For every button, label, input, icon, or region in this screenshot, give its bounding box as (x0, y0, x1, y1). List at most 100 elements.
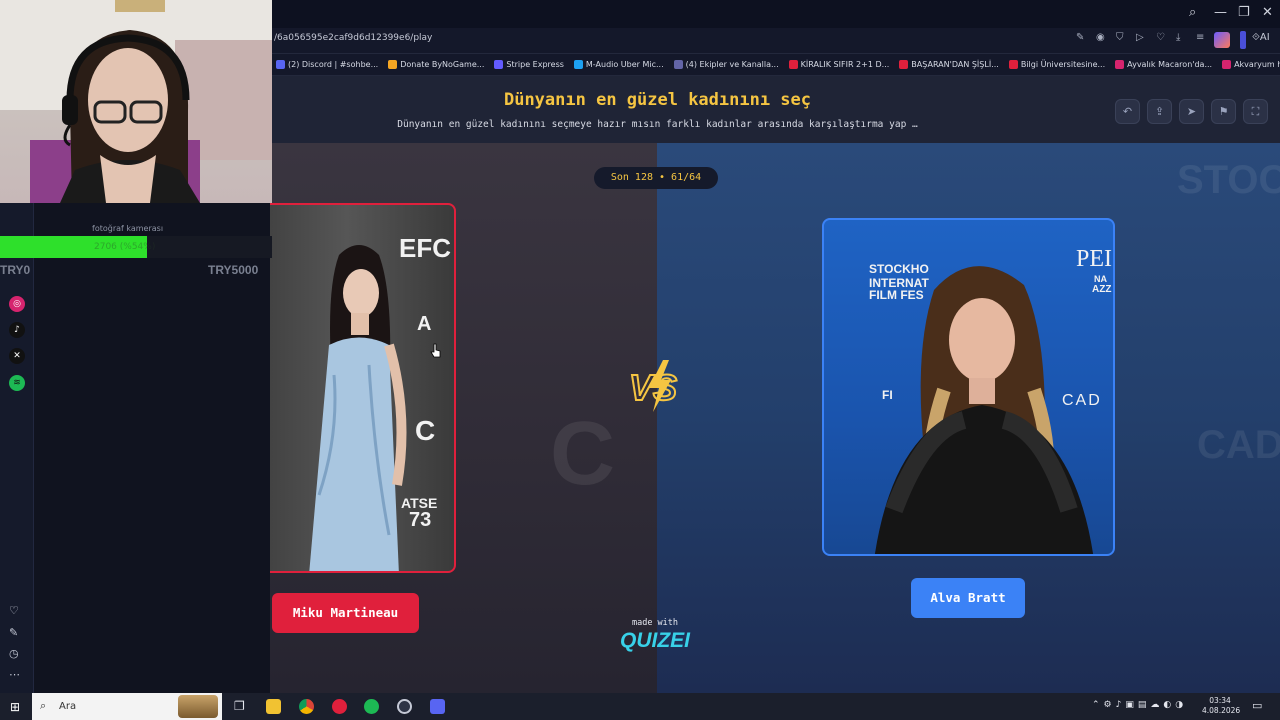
donation-progress-text: 2706 (%54%) (94, 242, 156, 252)
right-contestant-name-button[interactable]: Alva Bratt (911, 578, 1025, 618)
bookmark-item[interactable]: Stripe Express (494, 60, 564, 69)
left-contestant-name-button[interactable]: Miku Martineau (272, 593, 419, 633)
bookmark-favicon-icon (276, 60, 285, 69)
windows-taskbar: ⊞ ⌕ Ara ❐ ⌃⚙♪▣▤☁◐◑ 03:34 4.08.2026 ▭ (0, 693, 1280, 720)
clock-time: 03:34 (1209, 696, 1231, 705)
backdrop-blur-text: C (550, 404, 615, 504)
report-button[interactable]: ⚑ (1211, 99, 1236, 124)
bookmarks-bar: (2) Discord | #sohbe... Donate ByNoGame.… (270, 54, 1280, 76)
minimize-icon[interactable]: — (1214, 5, 1227, 20)
chrome-icon[interactable] (299, 699, 314, 714)
heart-icon[interactable]: ♡ (1156, 32, 1165, 43)
made-with-label: made with (631, 618, 679, 628)
bookmark-label: BAŞARAN'DAN ŞİŞLİ... (911, 60, 999, 69)
fullscreen-button[interactable]: ⛶ (1243, 99, 1268, 124)
shield-icon[interactable]: ⛉ (1116, 32, 1124, 43)
menu-icon[interactable]: ≡ (1196, 32, 1204, 43)
owl-decoration-icon (178, 695, 218, 718)
url-text[interactable]: /6a056595e2caf9d6d12399e6/play (274, 33, 432, 43)
left-contestant-card[interactable]: DA EFC A 49 C C ATSE 73 (270, 203, 456, 573)
undo-button[interactable]: ↶ (1115, 99, 1140, 124)
heart-icon[interactable]: ♡ (9, 604, 19, 617)
quizei-logo[interactable]: QUIZEI (608, 629, 702, 653)
taskbar-clock[interactable]: 03:34 4.08.2026 (1202, 696, 1241, 716)
bookmark-item[interactable]: Ayvalık Macaron'da... (1115, 60, 1212, 69)
spotify-icon[interactable]: ≋ (9, 375, 25, 391)
tiktok-icon[interactable]: ♪ (9, 322, 25, 338)
versus-emblem: VS (628, 360, 678, 412)
discord-icon[interactable] (430, 699, 445, 714)
notifications-icon[interactable]: ▭ (1252, 699, 1262, 712)
round-indicator: Son 128 • 61/64 (594, 167, 718, 189)
bookmark-label: Ayvalık Macaron'da... (1127, 60, 1213, 69)
bookmark-item[interactable]: M-Audio Uber Mic... (573, 60, 664, 69)
task-view-icon[interactable]: ❐ (234, 699, 245, 713)
instagram-icon[interactable]: ◎ (9, 296, 25, 312)
bookmark-label: M-Audio Uber Mic... (585, 60, 664, 69)
restore-icon[interactable]: ❐ (1238, 5, 1250, 20)
bookmark-label: Stripe Express (506, 60, 564, 69)
bookmark-item[interactable]: BAŞARAN'DAN ŞİŞLİ... (899, 60, 999, 69)
x-icon[interactable]: ✕ (9, 348, 25, 364)
windows-start-icon[interactable]: ⊞ (10, 700, 20, 714)
system-tray-icons[interactable]: ⌃⚙♪▣▤☁◐◑ (1092, 700, 1187, 710)
contestant-photo-right (874, 266, 1094, 554)
bookmark-item[interactable]: Donate ByNoGame... (388, 60, 484, 69)
edit-icon[interactable]: ✎ (1076, 32, 1084, 43)
spotify-icon[interactable] (364, 699, 379, 714)
bookmark-label: Akvaryum house - D... (1234, 60, 1280, 69)
bookmark-favicon-icon (388, 60, 398, 69)
clock-date: 4.08.2026 (1202, 706, 1241, 715)
right-contestant-card[interactable]: STOCKHO INTERNAT FILM FES PEI NA AZZ CAD… (822, 218, 1115, 556)
hand-cursor-icon (430, 343, 441, 358)
bookmark-label: Bilgi Üniversitesine... (1020, 60, 1106, 69)
ai-label: AI (1259, 32, 1270, 43)
address-bar[interactable]: /6a056595e2caf9d6d12399e6/play ✎ ◉ ⛉ ▷ ♡… (270, 28, 1280, 54)
download-icon[interactable]: ⤓ (1176, 32, 1180, 43)
webcam-feed (0, 0, 272, 203)
bookmark-item[interactable]: (2) Discord | #sohbe... (276, 60, 378, 69)
bookmark-item[interactable]: Akvaryum house - D... (1222, 60, 1280, 69)
more-icon[interactable]: ⋯ (9, 668, 20, 681)
sidebar-toggle-icon[interactable] (1240, 31, 1246, 49)
opera-gx-icon[interactable] (332, 699, 347, 714)
search-icon[interactable]: ⌕ (1189, 5, 1196, 20)
backdrop-blur-text: CAD (1197, 423, 1280, 467)
send-button[interactable]: ➤ (1179, 99, 1204, 124)
quiz-page: 49 C STOCKHO CAD Dünyanın en güzel kadın… (270, 76, 1280, 693)
bookmark-favicon-icon (1115, 60, 1125, 69)
bookmark-favicon-icon (494, 60, 504, 69)
bookmark-favicon-icon (673, 60, 683, 69)
edit-icon[interactable]: ✎ (9, 626, 18, 639)
bookmark-favicon-icon (899, 60, 909, 69)
history-icon[interactable]: ◷ (9, 647, 19, 660)
bookmark-item[interactable]: KİRALIK SIFIR 2+1 D... (788, 60, 890, 69)
quiz-title: Dünyanın en güzel kadınını seç (503, 90, 812, 110)
backdrop-blur-text: STOCKHO (1177, 158, 1280, 202)
taskbar-search-box[interactable]: ⌕ Ara (32, 693, 222, 720)
ai-button[interactable]: ⟐AI (1252, 32, 1270, 43)
play-icon[interactable]: ▷ (1136, 32, 1144, 43)
bookmark-favicon-icon (1008, 60, 1018, 69)
extension-icon[interactable] (1214, 32, 1230, 48)
file-explorer-icon[interactable] (266, 699, 281, 714)
close-icon[interactable]: ✕ (1262, 5, 1273, 20)
webcam-image (0, 0, 272, 203)
bookmark-label: Donate ByNoGame... (400, 60, 485, 69)
obs-icon[interactable] (397, 699, 412, 714)
bookmark-item[interactable]: Bilgi Üniversitesine... (1008, 60, 1106, 69)
bookmark-item[interactable]: (4) Ekipler ve Kanalla... (673, 60, 779, 69)
camera-label: fotoğraf kamerası (92, 224, 164, 233)
donation-min-label: TRY0 (0, 263, 31, 277)
quiz-header: Dünyanın en güzel kadınını seç Dünyanın … (270, 76, 1280, 143)
search-icon: ⌕ (40, 699, 47, 712)
quiz-subtitle: Dünyanın en güzel kadınını seçmeye hazır… (397, 119, 918, 130)
bookmark-favicon-icon (1222, 60, 1232, 69)
bookmark-label: KİRALIK SIFIR 2+1 D... (800, 60, 890, 69)
share-button[interactable]: ⇪ (1147, 99, 1172, 124)
bookmark-label: (4) Ekipler ve Kanalla... (685, 60, 779, 69)
bookmark-label: (2) Discord | #sohbe... (288, 60, 379, 69)
donation-max-label: TRY5000 (208, 263, 259, 277)
camera-icon[interactable]: ◉ (1096, 32, 1105, 43)
contestant-photo-left (309, 245, 407, 571)
